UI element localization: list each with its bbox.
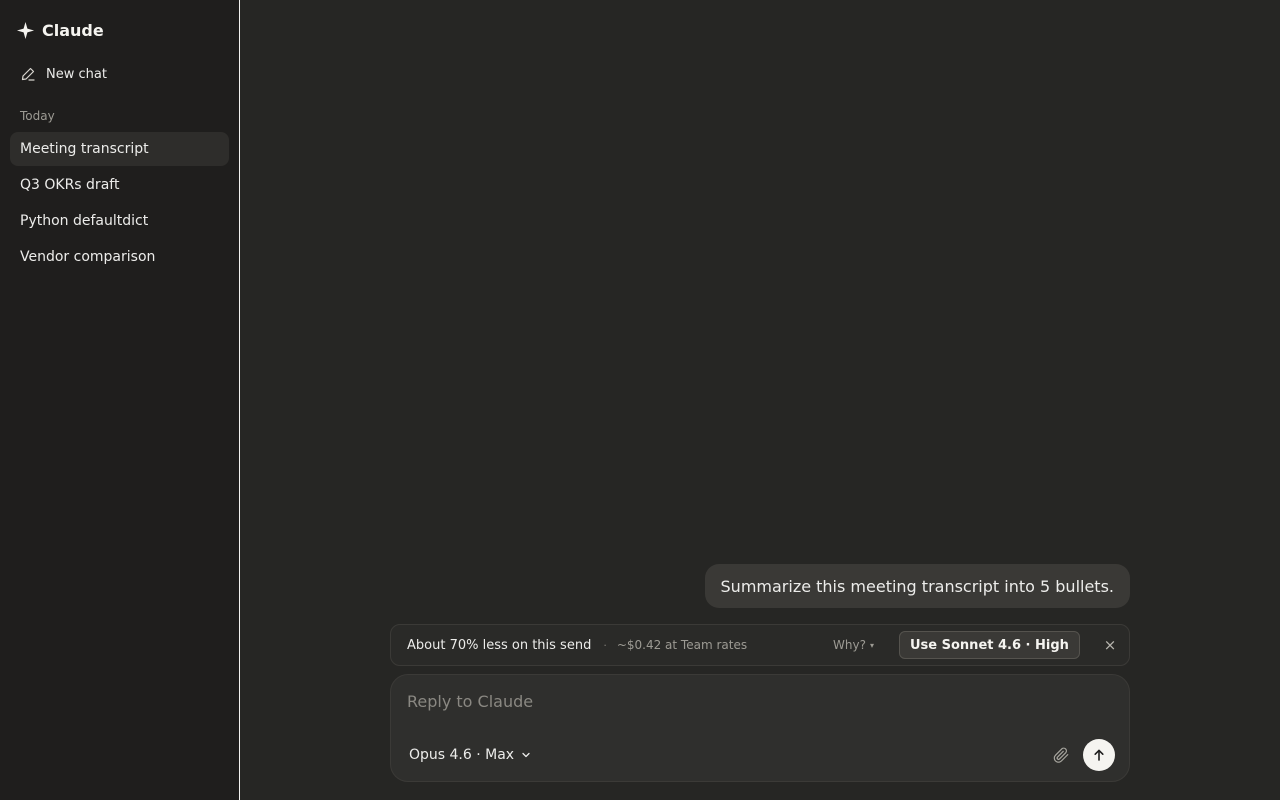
caret-down-icon: ▾ <box>869 640 874 650</box>
app-name: Claude <box>42 20 104 40</box>
model-suggestion-banner: About 70% less on this send · ~$0.42 at … <box>390 624 1130 666</box>
model-selector-label: Opus 4.6 · Max <box>409 747 515 763</box>
send-button[interactable] <box>1083 739 1115 771</box>
separator-dot: · <box>603 638 607 652</box>
history-section-label: Today <box>20 109 55 123</box>
new-chat-button[interactable]: New chat <box>10 60 228 88</box>
savings-text: About 70% less on this send <box>407 637 592 653</box>
composer: Opus 4.6 · Max <box>390 674 1130 782</box>
brand[interactable]: Claude <box>16 19 104 41</box>
app-window: Claude New chat Today Meeting transcript… <box>0 0 1280 800</box>
model-selector[interactable]: Opus 4.6 · Max <box>409 745 531 765</box>
history-item-meeting-transcript[interactable]: Meeting transcript <box>10 132 229 166</box>
sparkle-icon <box>16 21 35 39</box>
history-item-q3-okrs-draft[interactable]: Q3 OKRs draft <box>10 168 229 202</box>
why-label: Why? <box>833 638 866 652</box>
paperclip-icon <box>1053 747 1069 763</box>
sidebar: Claude New chat Today Meeting transcript… <box>0 0 239 800</box>
switch-model-button[interactable]: Use Sonnet 4.6 · High <box>899 631 1080 659</box>
user-message-bubble: Summarize this meeting transcript into 5… <box>704 564 1130 608</box>
message-input[interactable] <box>407 689 1107 713</box>
arrow-up-icon <box>1094 749 1104 761</box>
close-icon[interactable]: × <box>1101 635 1119 655</box>
history-item-vendor-comparison[interactable]: Vendor comparison <box>10 240 229 274</box>
attach-button[interactable] <box>1049 743 1073 767</box>
new-chat-label: New chat <box>46 66 107 82</box>
chevron-down-icon <box>522 752 530 758</box>
chat-history-list: Meeting transcript Q3 OKRs draft Python … <box>10 132 229 276</box>
history-item-python-defaultdict[interactable]: Python defaultdict <box>10 204 229 238</box>
chat-main: Summarize this meeting transcript into 5… <box>240 0 1280 800</box>
why-toggle[interactable]: Why? ▾ <box>833 625 874 665</box>
cost-estimate: ~$0.42 at Team rates <box>616 638 748 652</box>
pencil-icon <box>21 67 35 81</box>
